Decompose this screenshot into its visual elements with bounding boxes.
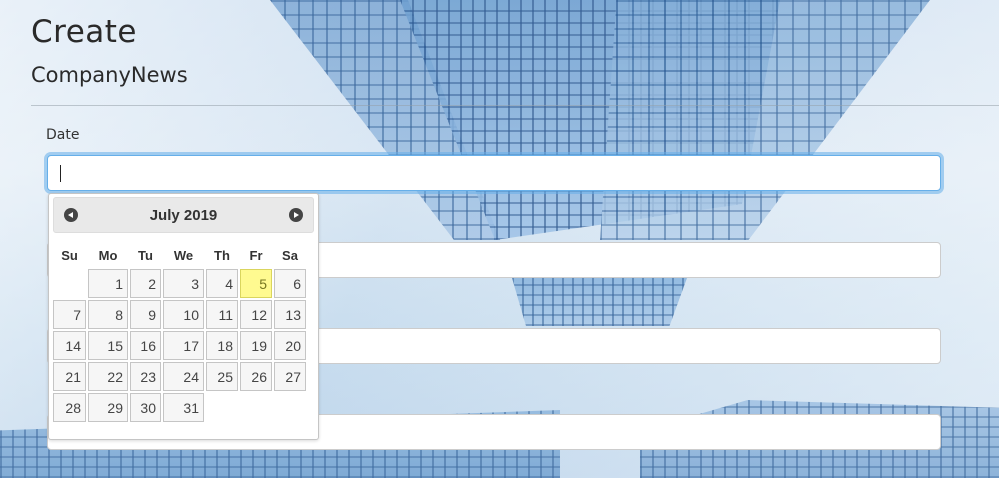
calendar-days: 1 2 3 4 5 6 7 8 9 10 11 12 13 14 15 16 17 18 19 20 21 22 23 24 2… (53, 269, 306, 422)
divider (31, 105, 999, 106)
weekday-label: Tu (138, 247, 153, 263)
calendar-week-row: 21 22 23 24 25 26 27 (53, 362, 306, 391)
calendar-day[interactable]: 19 (240, 331, 272, 360)
calendar-cell: 21 (53, 362, 86, 391)
calendar-day[interactable]: 21 (53, 362, 86, 391)
calendar-day[interactable]: 23 (130, 362, 161, 391)
calendar-cell (53, 269, 86, 298)
calendar-day[interactable]: 18 (206, 331, 238, 360)
calendar-week-row: 14 15 16 17 18 19 20 (53, 331, 306, 360)
calendar-cell: 6 (274, 269, 306, 298)
calendar-cell: 30 (130, 393, 161, 422)
calendar-cell: 29 (88, 393, 128, 422)
calendar-cell: 2 (130, 269, 161, 298)
datepicker-month-title: July 2019 (149, 207, 218, 224)
calendar-day[interactable]: 16 (130, 331, 161, 360)
calendar-cell: 13 (274, 300, 306, 329)
calendar-cell: 31 (163, 393, 204, 422)
page-title: Create (31, 14, 138, 50)
background-building-image (600, 0, 930, 240)
calendar-cell: 23 (130, 362, 161, 391)
calendar-cell: 10 (163, 300, 204, 329)
page-subtitle: CompanyNews (31, 63, 188, 87)
weekday-label: Fr (249, 247, 263, 263)
calendar-day[interactable]: 31 (163, 393, 204, 422)
weekday-label: We (173, 247, 194, 263)
calendar-cell: 14 (53, 331, 86, 360)
calendar-week-row: 28 29 30 31 (53, 393, 306, 422)
calendar-day[interactable]: 12 (240, 300, 272, 329)
calendar-cell: 11 (206, 300, 238, 329)
calendar-day[interactable]: 24 (163, 362, 204, 391)
calendar-cell (240, 393, 272, 422)
weekday-label: Su (61, 247, 78, 263)
calendar-cell: 19 (240, 331, 272, 360)
calendar-cell: 4 (206, 269, 238, 298)
calendar-day[interactable]: 8 (88, 300, 128, 329)
calendar-cell: 25 (206, 362, 238, 391)
calendar-cell (206, 393, 238, 422)
weekday-label: Th (214, 247, 230, 263)
calendar-day[interactable]: 27 (274, 362, 306, 391)
weekday-header-row: Su Mo Tu We Th Fr Sa (53, 243, 306, 267)
calendar-day[interactable]: 6 (274, 269, 306, 298)
weekday-label: Sa (282, 247, 298, 263)
calendar-cell: 18 (206, 331, 238, 360)
text-cursor (60, 165, 61, 182)
calendar-week-row: 123456 (53, 269, 306, 298)
calendar-day[interactable]: 3 (163, 269, 204, 298)
datepicker-header: July 2019 (53, 197, 314, 233)
calendar-cell: 1 (88, 269, 128, 298)
calendar-cell: 28 (53, 393, 86, 422)
next-month-icon[interactable] (289, 208, 303, 222)
calendar-week-row: 7 8 9 10 11 12 13 (53, 300, 306, 329)
calendar-cell: 27 (274, 362, 306, 391)
calendar-cell: 24 (163, 362, 204, 391)
calendar-cell: 16 (130, 331, 161, 360)
datepicker-calendar: Su Mo Tu We Th Fr Sa 1 2 3 4 5 6 7 8 9 10 11 12 13 14… (51, 241, 308, 424)
calendar-day[interactable]: 13 (274, 300, 306, 329)
calendar-cell: 20 (274, 331, 306, 360)
calendar-day[interactable]: 28 (53, 393, 86, 422)
calendar-day[interactable]: 26 (240, 362, 272, 391)
date-input[interactable] (47, 155, 941, 191)
calendar-day[interactable]: 29 (88, 393, 128, 422)
calendar-cell: 12 (240, 300, 272, 329)
calendar-cell: 22 (88, 362, 128, 391)
calendar-day[interactable]: 2 (130, 269, 161, 298)
weekday-label: Mo (98, 247, 118, 263)
calendar-day[interactable]: 9 (130, 300, 161, 329)
date-label: Date (46, 127, 80, 143)
calendar-day[interactable]: 30 (130, 393, 161, 422)
calendar-day[interactable]: 22 (88, 362, 128, 391)
calendar-day[interactable]: 25 (206, 362, 238, 391)
calendar-day[interactable]: 11 (206, 300, 238, 329)
calendar-day[interactable]: 15 (88, 331, 128, 360)
calendar-cell: 26 (240, 362, 272, 391)
calendar-day[interactable]: 1 (88, 269, 128, 298)
calendar-day[interactable]: 20 (274, 331, 306, 360)
calendar-day[interactable]: 4 (206, 269, 238, 298)
calendar-cell: 15 (88, 331, 128, 360)
calendar-day-today[interactable]: 5 (240, 269, 272, 298)
calendar-day[interactable]: 7 (53, 300, 86, 329)
calendar-day[interactable]: 14 (53, 331, 86, 360)
calendar-cell: 5 (240, 269, 272, 298)
calendar-cell: 8 (88, 300, 128, 329)
calendar-day[interactable]: 17 (163, 331, 204, 360)
calendar-cell: 7 (53, 300, 86, 329)
calendar-day[interactable]: 10 (163, 300, 204, 329)
calendar-cell (274, 393, 306, 422)
calendar-cell: 17 (163, 331, 204, 360)
background-building-image (512, 278, 687, 326)
datepicker-popup: July 2019 Su Mo Tu We Th Fr Sa 123456789… (48, 193, 319, 440)
calendar-cell: 9 (130, 300, 161, 329)
calendar-cell: 3 (163, 269, 204, 298)
